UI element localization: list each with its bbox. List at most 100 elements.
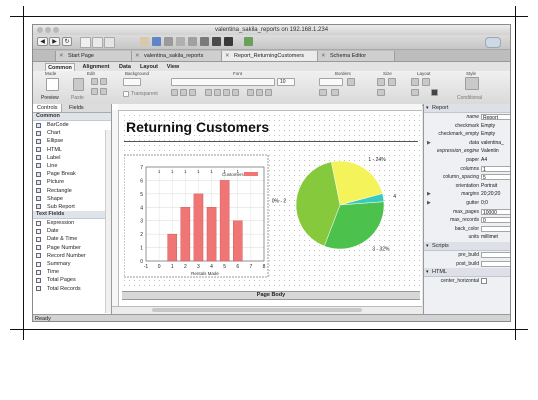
control-item[interactable]: Total Records [33,285,111,293]
close-tab-icon[interactable]: ✕ [59,51,64,61]
control-item[interactable]: Line [33,162,111,170]
scroll-thumb[interactable] [152,308,362,312]
preview-label[interactable]: Preview [41,95,59,101]
tools-icon[interactable] [244,37,253,46]
property-value[interactable]: millimet [481,233,510,242]
property-value[interactable] [481,225,510,232]
property-row[interactable]: ▶ gutter 0;0 [424,199,510,208]
font-family-select[interactable] [171,78,275,86]
monitor-icon[interactable] [212,37,221,46]
property-row[interactable]: post_build [424,260,510,269]
property-value[interactable]: Report_ [481,114,510,120]
ribbon-tab-view[interactable]: View [164,63,182,71]
property-value[interactable] [481,260,510,267]
align-right-icon[interactable] [223,89,230,96]
database-icon[interactable] [152,37,161,46]
expand-arrow-icon[interactable]: ▶ [427,199,431,208]
property-value[interactable]: A4 [481,156,510,165]
control-item[interactable]: Rectangle [33,187,111,195]
property-row[interactable]: column_spacing 5 [424,173,510,182]
expand-arrow-icon[interactable]: ▶ [427,190,431,199]
table-icon[interactable] [176,37,185,46]
search-field-icon[interactable] [485,37,501,48]
control-item[interactable]: Date & Time [33,235,111,243]
control-item[interactable]: Page Number [33,244,111,252]
text-fields-section-header[interactable]: Text Fields [33,211,111,220]
tab-reports-project[interactable]: ✕ valentina_sakila_reports [131,51,221,61]
align-center-icon[interactable] [214,89,221,96]
cut-icon[interactable] [91,78,98,85]
forward-button[interactable]: ▶ [49,37,60,46]
control-item[interactable]: Page Break [33,170,111,178]
underline-icon[interactable] [189,89,196,96]
size-both-icon[interactable] [377,89,385,96]
property-value[interactable]: Empty [481,122,510,131]
tab-fields[interactable]: Fields [65,104,88,112]
terminal-icon[interactable] [224,37,233,46]
bar[interactable] [219,180,230,262]
border-color-icon[interactable] [319,89,327,96]
property-value[interactable]: 0 [481,217,510,224]
control-item[interactable]: Time [33,268,111,276]
ribbon-tab-common[interactable]: Common [45,63,75,71]
scripts-section-header[interactable]: Scripts [424,241,510,251]
preview-icon[interactable] [46,78,59,91]
report-section-header[interactable]: Report [424,104,510,113]
align-left-icon[interactable] [205,89,212,96]
border-style-select[interactable] [319,78,343,86]
redo-icon[interactable] [100,88,107,95]
conditional-icon[interactable] [465,77,479,90]
valign-bottom-icon[interactable] [265,89,272,96]
open-document-icon[interactable] [92,37,103,48]
report-icon[interactable] [200,37,209,46]
border-all-icon[interactable] [347,78,355,86]
property-value[interactable]: Empty [481,130,510,139]
pie-chart[interactable]: 1 - 24% 4 3 - 32% 40% - 2 [272,153,422,279]
control-item[interactable]: Date [33,227,111,235]
schema-icon[interactable] [164,37,173,46]
close-tab-icon[interactable]: ✕ [321,51,326,61]
property-row[interactable]: pre_build [424,251,510,260]
controls-scrollbar[interactable] [105,130,111,313]
property-value[interactable] [481,251,510,258]
property-row[interactable]: max_pages 10000 [424,208,510,217]
bar[interactable] [232,220,243,262]
conditional-label[interactable]: Conditional [457,95,482,101]
paste-icon[interactable] [73,78,84,91]
control-item[interactable]: Picture [33,178,111,186]
property-value[interactable]: 20;20;20 [481,190,510,199]
pin-icon[interactable] [431,89,438,96]
tab-report-returning-customers[interactable]: ✕ Report_ReturningCustomers [221,51,317,61]
property-row[interactable]: ▶ data valentina_ [424,139,510,148]
save-document-icon[interactable] [104,37,115,48]
italic-icon[interactable] [180,89,187,96]
control-item[interactable]: HTML [33,146,111,154]
property-row[interactable]: orientation Portrait [424,182,510,191]
page-body-band[interactable]: Page Body [122,291,420,300]
ribbon-tab-layout[interactable]: Layout [137,63,161,71]
close-tab-icon[interactable]: ✕ [225,51,230,61]
property-value[interactable]: 5 [481,174,510,181]
background-color-picker[interactable] [123,78,141,86]
html-section-header[interactable]: HTML [424,268,510,278]
bar[interactable] [180,207,191,262]
tab-schema-editor[interactable]: ✕ Schema Editor [317,51,395,61]
property-row[interactable]: checkmark_empty Empty [424,130,510,139]
report-canvas[interactable]: Returning Customers -1 0 1 2 3 4 5 6 7 8 0 1 2 3 4 5 6 7 1… [122,113,420,289]
property-row[interactable]: max_records 0 [424,216,510,225]
property-row[interactable]: ▶ margins 20;20;20 [424,190,510,199]
back-button[interactable]: ◀ [37,37,48,46]
property-row[interactable]: paper A4 [424,156,510,165]
font-size-select[interactable]: 10 [277,78,295,86]
group-icon[interactable] [411,89,419,96]
refresh-button[interactable]: ↻ [62,37,72,46]
control-item[interactable]: Expression [33,219,111,227]
justify-icon[interactable] [232,89,239,96]
size-width-icon[interactable] [377,78,385,86]
property-row[interactable]: expression_engine Valentin [424,147,510,156]
tab-start-page[interactable]: ✕ Start Page [55,51,131,61]
size-height-icon[interactable] [388,78,396,86]
copy-icon[interactable] [100,78,107,85]
control-item[interactable]: Label [33,154,111,162]
property-row[interactable]: back_color [424,225,510,234]
